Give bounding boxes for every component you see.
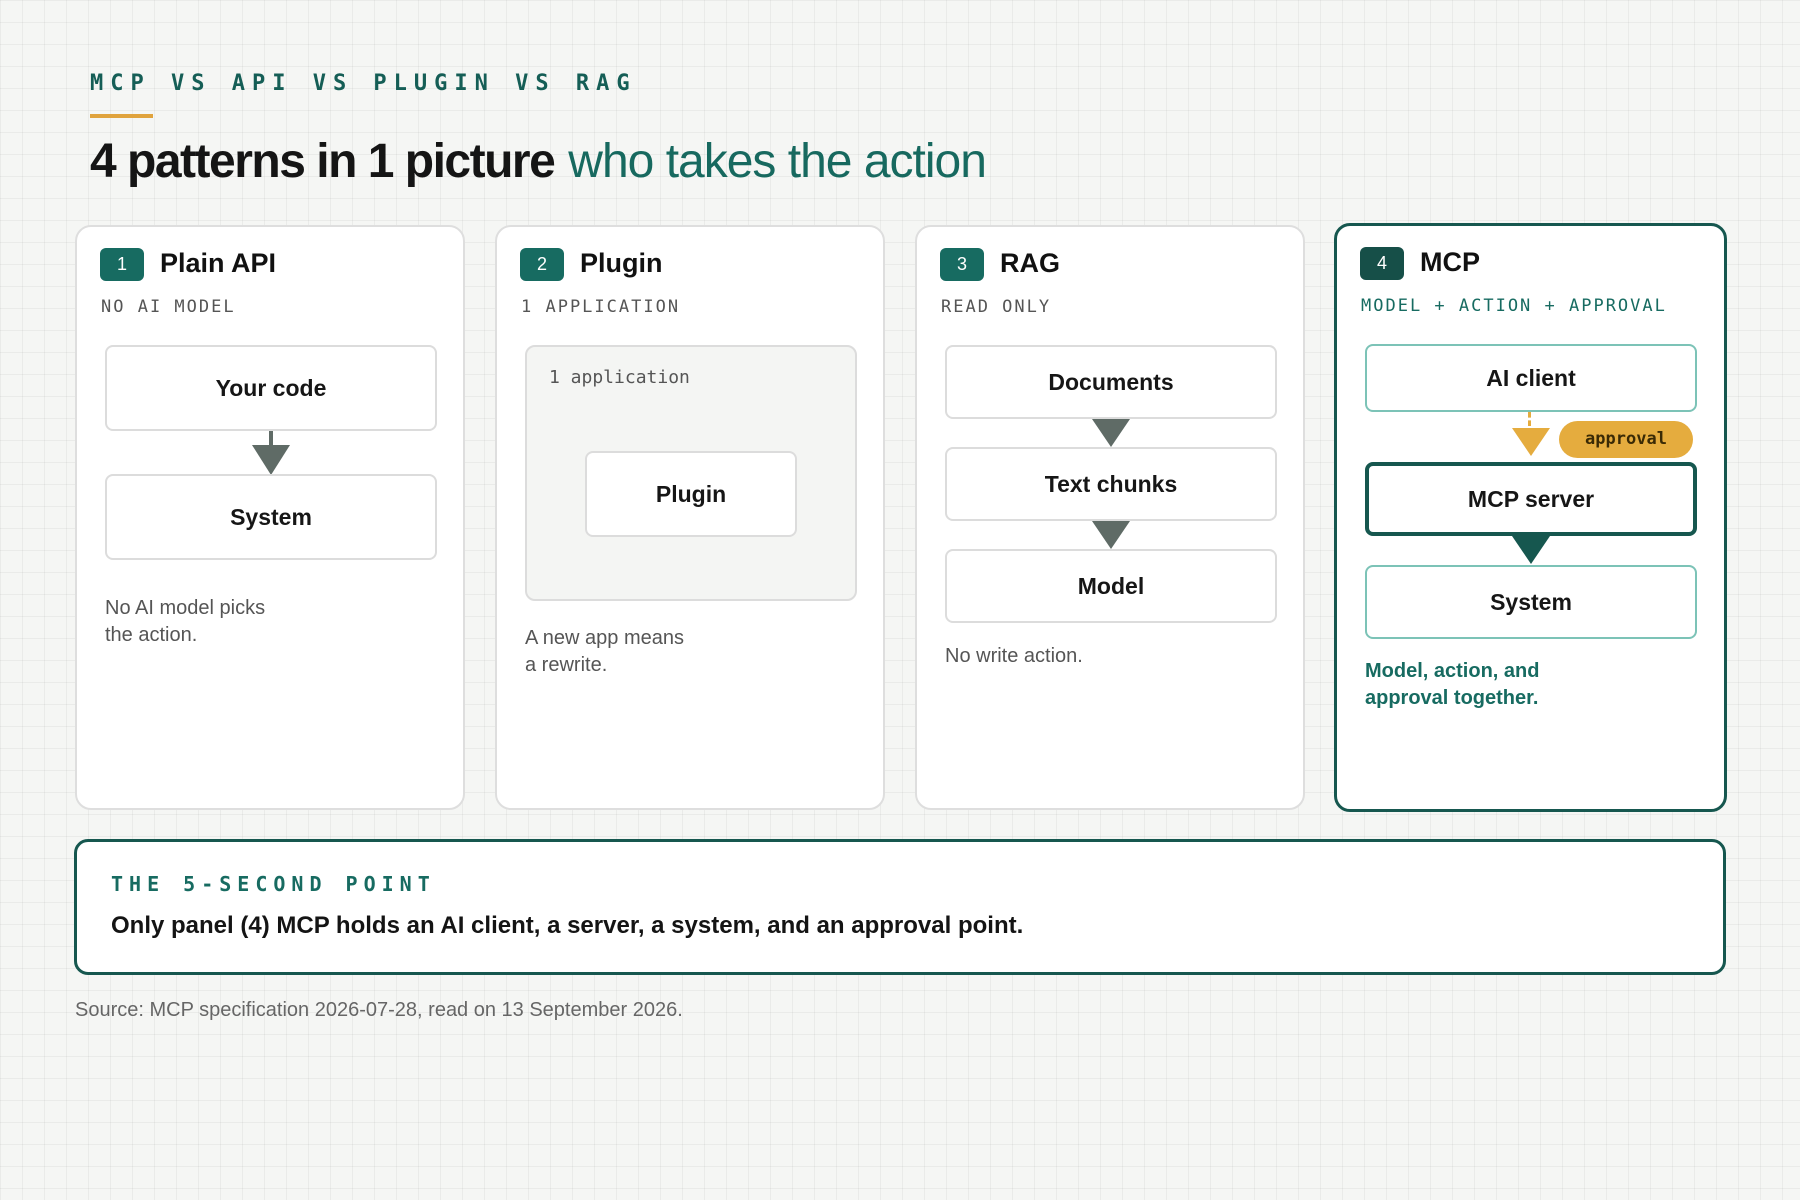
panel-note-line: approval together. [1365, 687, 1539, 709]
panel-subtitle: READ ONLY [941, 297, 1052, 317]
panel-rag: 3 RAG READ ONLY Documents Text chunks Mo… [915, 225, 1305, 810]
panel-subtitle: MODEL + ACTION + APPROVAL [1361, 296, 1667, 316]
panel-title: MCP [1420, 247, 1480, 277]
arrow-down-icon [1512, 536, 1550, 564]
panel-number-badge: 3 [940, 248, 984, 281]
panel-subtitle: NO AI MODEL [101, 297, 236, 317]
panel-mcp: 4 MCP MODEL + ACTION + APPROVAL AI clien… [1334, 223, 1727, 812]
key-point-callout: THE 5-SECOND POINT Only panel (4) MCP ho… [74, 839, 1726, 975]
panel-note-line: Model, action, and [1365, 660, 1540, 682]
panel-note-line: No write action. [945, 645, 1083, 667]
approval-arrow-stem [1528, 412, 1531, 426]
panel-note: A new app means a rewrite. [525, 625, 684, 679]
box-system: System [1365, 565, 1697, 639]
panel-title: Plugin [580, 248, 663, 278]
box-plugin: Plugin [585, 451, 797, 537]
approval-badge: approval [1559, 421, 1693, 458]
box-system: System [105, 474, 437, 560]
box-model: Model [945, 549, 1277, 623]
source-note: Source: MCP specification 2026-07-28, re… [75, 999, 683, 1021]
panel-title: Plain API [160, 248, 277, 278]
panel-note-line: a rewrite. [525, 654, 608, 676]
panel-number-badge: 1 [100, 248, 144, 281]
panel-number-badge: 2 [520, 248, 564, 281]
header-kicker: MCP VS API VS PLUGIN VS RAG [90, 71, 637, 96]
box-documents: Documents [945, 345, 1277, 419]
box-mcp-server: MCP server [1365, 462, 1697, 536]
arrow-down-icon [252, 445, 290, 475]
panel-number-badge: 4 [1360, 247, 1404, 280]
panel-note: Model, action, and approval together. [1365, 658, 1539, 712]
panel-subtitle: 1 APPLICATION [521, 297, 681, 317]
key-point-text: Only panel (4) MCP holds an AI client, a… [111, 912, 1024, 939]
arrow-down-icon [1092, 419, 1130, 447]
title-accent: who takes the action [568, 135, 987, 188]
box-your-code: Your code [105, 345, 437, 431]
panel-plain-api: 1 Plain API NO AI MODEL Your code System… [75, 225, 465, 810]
page-title: 4 patterns in 1 picture who takes the act… [90, 132, 987, 192]
panel-note-line: A new app means [525, 627, 684, 649]
panel-title: RAG [1000, 248, 1060, 278]
approval-arrow-down-icon [1512, 428, 1550, 456]
arrow-down-icon [1092, 521, 1130, 549]
key-point-label: THE 5-SECOND POINT [111, 872, 436, 896]
box-text-chunks: Text chunks [945, 447, 1277, 521]
box-ai-client: AI client [1365, 344, 1697, 412]
panel-note-line: the action. [105, 624, 198, 646]
application-container-label: 1 application [549, 367, 690, 388]
title-main: 4 patterns in 1 picture [90, 135, 556, 188]
application-container: 1 application Plugin [525, 345, 857, 601]
panel-note-line: No AI model picks [105, 597, 266, 619]
panel-note: No AI model picks the action. [105, 595, 265, 649]
panel-note: No write action. [945, 643, 1083, 670]
panel-plugin: 2 Plugin 1 APPLICATION 1 application Plu… [495, 225, 885, 810]
kicker-underline [90, 114, 153, 118]
